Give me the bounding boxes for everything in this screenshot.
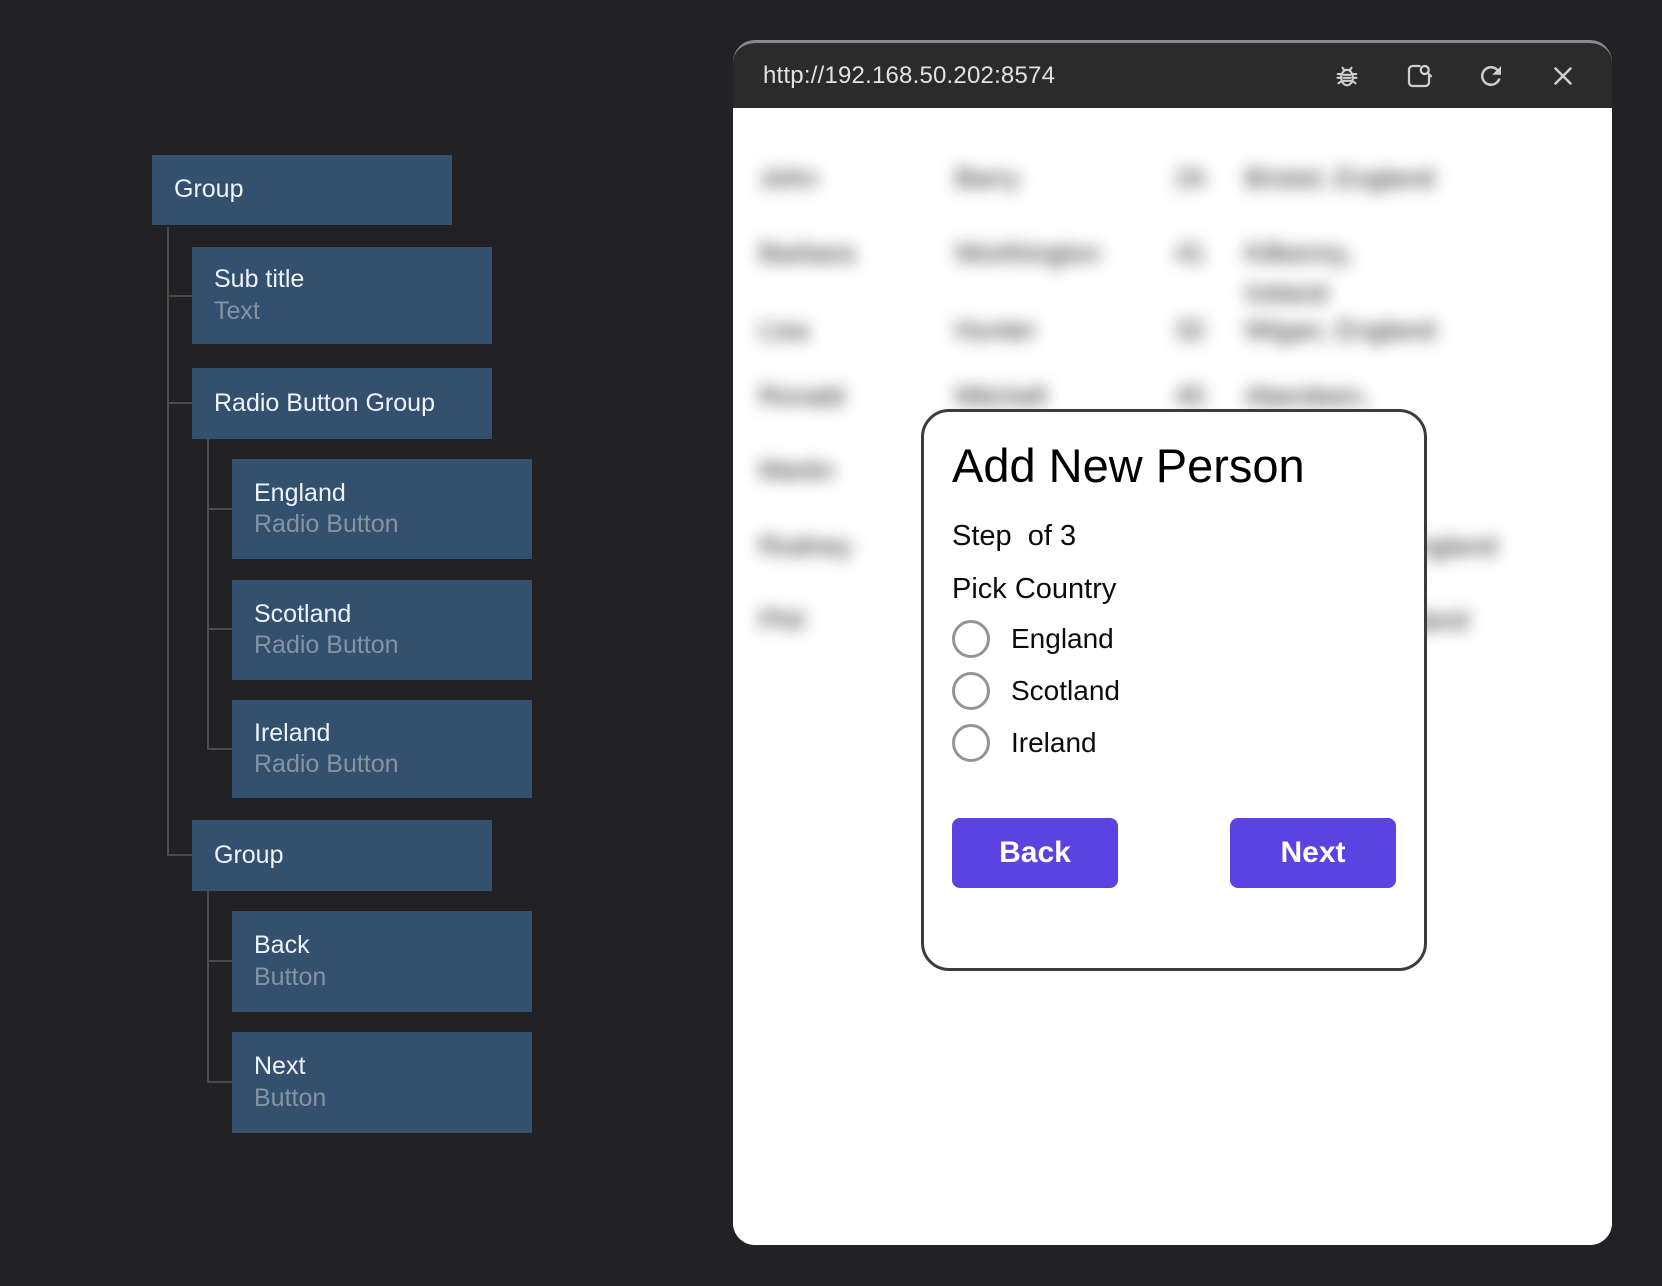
table-cell: Hunter bbox=[955, 315, 1036, 346]
radio-option-scotland[interactable]: Scotland bbox=[952, 672, 1396, 710]
table-cell: 41 bbox=[1175, 238, 1205, 269]
tree-node-label: Back bbox=[254, 930, 510, 961]
tree-connector bbox=[207, 508, 232, 510]
tree-node-label: Radio Button Group bbox=[214, 388, 470, 419]
table-cell: Bristol, England bbox=[1245, 163, 1434, 194]
table-cell: Barbara bbox=[759, 238, 855, 269]
back-button[interactable]: Back bbox=[952, 818, 1118, 888]
tree-node-next[interactable]: Next Button bbox=[232, 1032, 532, 1133]
tree-node-subtitle[interactable]: Sub title Text bbox=[192, 247, 492, 344]
tree-node-type: Radio Button bbox=[254, 630, 510, 661]
close-icon bbox=[1548, 61, 1578, 91]
browser-page: John Barry 24 Bristol, England Barbara W… bbox=[733, 108, 1612, 1245]
inspect-page-icon bbox=[1404, 61, 1434, 91]
tree-node-type: Radio Button bbox=[254, 749, 510, 780]
tree-connector bbox=[167, 402, 192, 404]
table-cell: Martin bbox=[759, 455, 834, 486]
reload-button[interactable] bbox=[1476, 61, 1506, 91]
table-cell: Kilkenny, bbox=[1245, 238, 1353, 269]
tree-node-type: Text bbox=[214, 296, 470, 327]
tree-node-type: Button bbox=[254, 962, 510, 993]
tree-connector bbox=[167, 295, 192, 297]
radio-option-ireland[interactable]: Ireland bbox=[952, 724, 1396, 762]
tree-node-label: Group bbox=[174, 174, 430, 205]
tree-node-england[interactable]: England Radio Button bbox=[232, 459, 532, 559]
add-person-modal: Add New Person Step of 3 Pick Country En… bbox=[921, 409, 1427, 971]
tree-node-label: Ireland bbox=[254, 718, 510, 749]
table-cell: Worthington bbox=[955, 238, 1100, 269]
table-cell: Mitchell bbox=[955, 381, 1047, 412]
tree-connector bbox=[207, 439, 209, 749]
tree-connector bbox=[207, 1081, 232, 1083]
inspect-button[interactable] bbox=[1404, 61, 1434, 91]
radio-option-england[interactable]: England bbox=[952, 620, 1396, 658]
browser-window: http://192.168.50.202:8574 bbox=[733, 40, 1612, 1245]
table-cell: Rodney bbox=[759, 531, 852, 562]
table-cell: Phil bbox=[759, 605, 804, 636]
next-button[interactable]: Next bbox=[1230, 818, 1396, 888]
tree-node-label: Sub title bbox=[214, 264, 470, 295]
tree-node-label: England bbox=[254, 478, 510, 509]
url-bar[interactable]: http://192.168.50.202:8574 bbox=[763, 62, 1332, 90]
table-cell: Aberdeen, bbox=[1245, 381, 1370, 412]
tree-connector bbox=[207, 960, 232, 962]
tree-node-group[interactable]: Group bbox=[152, 155, 452, 225]
titlebar-icons bbox=[1332, 61, 1578, 91]
tree-connector bbox=[207, 891, 209, 1082]
close-button[interactable] bbox=[1548, 61, 1578, 91]
table-cell: John bbox=[759, 163, 818, 194]
tree-node-label: Scotland bbox=[254, 599, 510, 630]
tree-connector bbox=[207, 628, 232, 630]
radio-button[interactable] bbox=[952, 724, 990, 762]
radio-label: Ireland bbox=[1011, 727, 1097, 759]
radio-label: Scotland bbox=[1011, 675, 1120, 707]
bug-icon bbox=[1332, 61, 1362, 91]
tree-node-label: Next bbox=[254, 1051, 510, 1082]
table-cell: Ronald bbox=[759, 381, 845, 412]
tree-node-type: Radio Button bbox=[254, 509, 510, 540]
step-indicator: Step of 3 bbox=[952, 520, 1396, 553]
tree-node-type: Button bbox=[254, 1083, 510, 1114]
table-cell: Lisa bbox=[759, 315, 809, 346]
browser-titlebar: http://192.168.50.202:8574 bbox=[733, 43, 1612, 108]
table-cell: Ireland bbox=[1245, 278, 1328, 309]
desktop-background: Group Sub title Text Radio Button Group … bbox=[0, 0, 1662, 1286]
tree-connector bbox=[167, 227, 169, 855]
modal-title: Add New Person bbox=[952, 438, 1396, 494]
question-label: Pick Country bbox=[952, 573, 1396, 606]
tree-node-radio-button-group[interactable]: Radio Button Group bbox=[192, 368, 492, 439]
tree-node-label: Group bbox=[214, 840, 470, 871]
radio-label: England bbox=[1011, 623, 1114, 655]
radio-button[interactable] bbox=[952, 672, 990, 710]
tree-node-scotland[interactable]: Scotland Radio Button bbox=[232, 580, 532, 680]
reload-icon bbox=[1476, 61, 1506, 91]
table-cell: Barry bbox=[955, 163, 1020, 194]
bug-button[interactable] bbox=[1332, 61, 1362, 91]
tree-node-group-2[interactable]: Group bbox=[192, 820, 492, 891]
tree-node-back[interactable]: Back Button bbox=[232, 911, 532, 1012]
table-cell: 45 bbox=[1175, 381, 1205, 412]
modal-button-row: Back Next bbox=[952, 818, 1396, 888]
table-cell: 32 bbox=[1175, 315, 1205, 346]
tree-connector bbox=[207, 748, 232, 750]
radio-button[interactable] bbox=[952, 620, 990, 658]
tree-connector bbox=[167, 854, 192, 856]
table-cell: Wigan, England bbox=[1245, 315, 1436, 346]
tree-node-ireland[interactable]: Ireland Radio Button bbox=[232, 700, 532, 798]
table-cell: 24 bbox=[1175, 163, 1205, 194]
